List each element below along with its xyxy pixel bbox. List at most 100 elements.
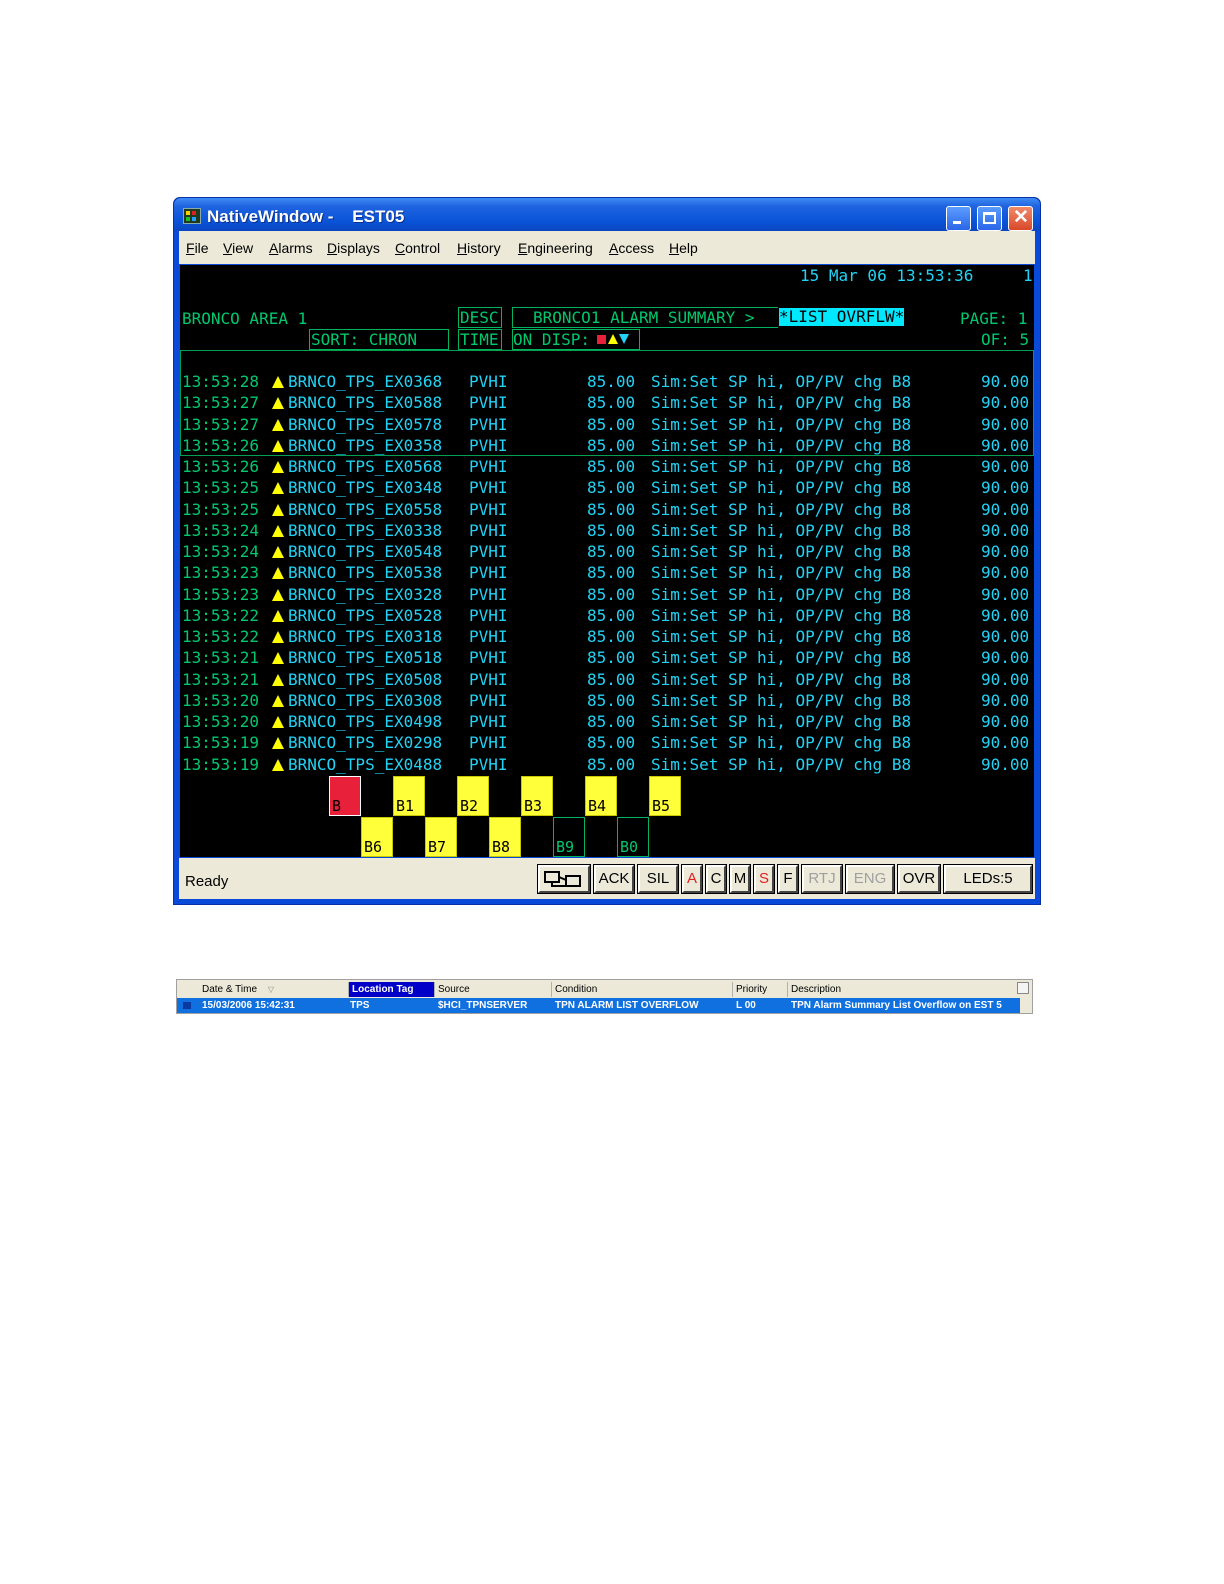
- alarm-time: 13:53:23: [182, 563, 260, 583]
- alarm-description: Sim:Set SP hi, OP/PV chg B8: [651, 669, 912, 689]
- alarm-description: Sim:Set SP hi, OP/PV chg B8: [651, 690, 912, 710]
- alarm-type: PVHI: [469, 754, 508, 774]
- menu-history[interactable]: History: [457, 240, 501, 256]
- s-button[interactable]: S: [753, 864, 775, 894]
- m-button[interactable]: M: [729, 864, 751, 894]
- menu-engineering[interactable]: Engineering: [518, 240, 593, 256]
- alarm-tag: BRNCO_TPS_EX0358: [288, 435, 443, 455]
- block-indicator[interactable]: B2: [457, 776, 489, 816]
- alarm-value: 85.00: [587, 520, 636, 540]
- alarm-type: PVHI: [469, 542, 508, 561]
- alarm-tag: BRNCO_TPS_EX0578: [288, 414, 443, 434]
- alarm-value: 85.00: [587, 669, 636, 689]
- alarm-value: 85.00: [587, 563, 636, 583]
- block-indicator[interactable]: B9: [553, 817, 585, 857]
- alarm-time: 13:53:22: [182, 605, 260, 625]
- alarm-tag: BRNCO_TPS_EX0548: [288, 542, 443, 561]
- table-row[interactable]: 15/03/2006 15:42:31 TPS $HCI_TPNSERVER T…: [177, 998, 1020, 1013]
- close-button[interactable]: ✕: [1008, 206, 1033, 231]
- alarm-description: Sim:Set SP hi, OP/PV chg B8: [651, 542, 912, 561]
- title-bar[interactable]: NativeWindow - EST05 ✕: [174, 198, 1040, 231]
- sil-button[interactable]: SIL: [637, 864, 679, 894]
- desc-button[interactable]: DESC: [458, 307, 502, 328]
- time-label: TIME: [460, 330, 499, 349]
- block-indicator[interactable]: B8: [489, 817, 521, 857]
- alarm-description: Sim:Set SP hi, OP/PV chg B8: [651, 499, 912, 519]
- alarm-type: PVHI: [469, 669, 508, 689]
- area-label: BRONCO AREA 1: [182, 309, 308, 328]
- alarm-time: 13:53:20: [182, 690, 260, 710]
- alarm-priority-icon: [272, 439, 284, 452]
- col-header-location[interactable]: Location Tag: [349, 982, 435, 997]
- alarm-priority-icon: [272, 397, 284, 410]
- alarm-tag: BRNCO_TPS_EX0558: [288, 499, 443, 519]
- alarm-tag: BRNCO_TPS_EX0318: [288, 627, 443, 646]
- row-datetime: 15/03/2006 15:42:31: [202, 1000, 295, 1011]
- alarm-priority-icon: [272, 461, 284, 473]
- alarm-time: 13:53:24: [182, 542, 260, 561]
- header-divider: [180, 350, 1034, 351]
- alarm-value: 85.00: [587, 499, 636, 519]
- block-label: B0: [620, 838, 639, 856]
- block-indicator[interactable]: B6: [361, 817, 393, 857]
- block-indicator[interactable]: B7: [425, 817, 457, 857]
- alarm-type: PVHI: [469, 372, 508, 391]
- ack-button[interactable]: ACK: [593, 864, 635, 894]
- col-header-description[interactable]: Description: [788, 982, 1018, 997]
- alarm-value: 85.00: [587, 648, 636, 668]
- alarm-value: 85.00: [587, 478, 636, 498]
- time-button[interactable]: TIME: [458, 329, 502, 350]
- alarm-type: PVHI: [469, 393, 508, 413]
- col-header-priority[interactable]: Priority: [733, 982, 788, 997]
- f-button[interactable]: F: [777, 864, 799, 894]
- alarm-tag: BRNCO_TPS_EX0328: [288, 584, 443, 604]
- menu-help[interactable]: Help: [669, 240, 698, 256]
- alarm-time: 13:53:19: [182, 754, 260, 774]
- sort-button[interactable]: SORT: CHRON: [309, 329, 449, 350]
- col-header-source[interactable]: Source: [435, 982, 552, 997]
- menu-file[interactable]: File: [186, 240, 209, 256]
- menu-access[interactable]: Access: [609, 240, 654, 256]
- menu-alarms[interactable]: Alarms: [269, 240, 313, 256]
- alarm-limit: 90.00: [981, 414, 1030, 434]
- alarm-type: PVHI: [469, 648, 508, 668]
- block-indicator[interactable]: B5: [649, 776, 681, 816]
- alarm-time: 13:53:27: [182, 414, 260, 434]
- menu-displays[interactable]: Displays: [327, 240, 380, 256]
- col-header-datetime[interactable]: Date & Time ▽: [199, 982, 349, 997]
- alarm-tag: BRNCO_TPS_EX0588: [288, 393, 443, 413]
- menu-bar: File View Alarms Displays Control Histor…: [179, 231, 1035, 264]
- alarm-time: 13:53:25: [182, 478, 260, 498]
- leds-indicator[interactable]: LEDs:5: [943, 864, 1033, 894]
- block-indicator[interactable]: B0: [617, 817, 649, 857]
- ovr-button[interactable]: OVR: [897, 864, 941, 894]
- block-indicator[interactable]: B4: [585, 776, 617, 816]
- alarm-time: 13:53:28: [182, 372, 260, 391]
- col-header-condition[interactable]: Condition: [552, 982, 733, 997]
- network-button[interactable]: [537, 864, 591, 894]
- alarm-limit: 90.00: [981, 478, 1030, 498]
- a-button[interactable]: A: [681, 864, 703, 894]
- alarm-priority-icon: [272, 609, 284, 622]
- c-button[interactable]: C: [705, 864, 727, 894]
- menu-view[interactable]: View: [223, 240, 253, 256]
- alarm-priority-icon: [272, 567, 284, 580]
- alarm-limit: 90.00: [981, 648, 1030, 668]
- menu-control[interactable]: Control: [395, 240, 440, 256]
- maximize-button[interactable]: [977, 206, 1002, 231]
- alarm-value: 85.00: [587, 372, 636, 391]
- app-icon[interactable]: [183, 208, 201, 224]
- alarm-type: PVHI: [469, 478, 508, 498]
- minimize-button[interactable]: [946, 206, 971, 231]
- block-indicator[interactable]: B3: [521, 776, 553, 816]
- block-indicator[interactable]: B: [329, 776, 361, 816]
- block-indicator[interactable]: B1: [393, 776, 425, 816]
- alarm-priority-icon: [272, 546, 284, 558]
- row-indicator-icon: [183, 1002, 191, 1009]
- scroll-up-button[interactable]: [1017, 982, 1029, 994]
- alarm-limit: 90.00: [981, 542, 1030, 561]
- alarm-priority-icon: [272, 376, 284, 388]
- page-of-label: OF: 5: [981, 330, 1030, 349]
- eng-button[interactable]: ENG: [845, 864, 895, 894]
- rtj-button[interactable]: RTJ: [801, 864, 843, 894]
